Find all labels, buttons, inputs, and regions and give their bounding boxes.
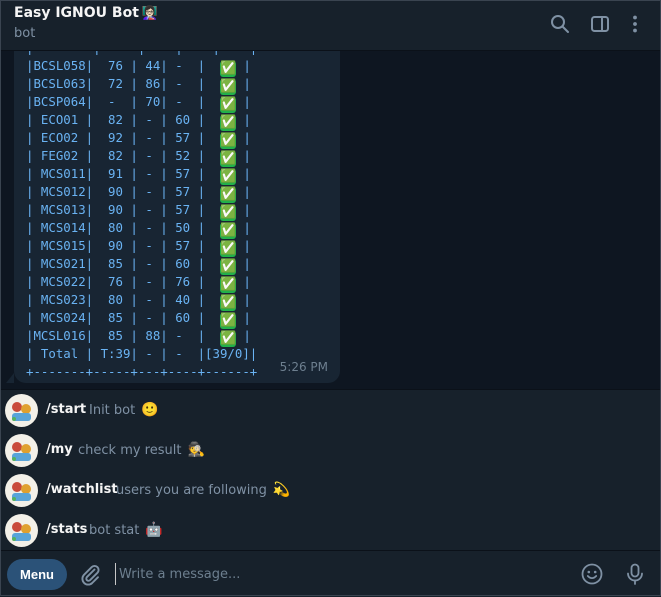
chat-header: Easy IGNOU Bot 👩🏻‍🏫 bot (0, 0, 661, 51)
command-description: bot stat 🤖 (89, 522, 163, 538)
message-input[interactable] (115, 563, 559, 585)
table-row: | MCS023| 80 | - | 40 | ✅ | (26, 292, 251, 311)
chat-title[interactable]: Easy IGNOU Bot 👩🏻‍🏫 (14, 5, 158, 21)
bot-avatar (5, 474, 38, 507)
search-icon[interactable] (549, 13, 571, 35)
table-row: | MCS022| 76 | - | 76 | ✅ | (26, 274, 251, 293)
command-name: /my (46, 442, 73, 457)
command-item-my[interactable]: /my check my result 🕵️ (0, 430, 661, 470)
table-row: | MCS015| 90 | - | 57 | ✅ | (26, 238, 251, 257)
command-description: users you are following 💫 (116, 482, 291, 498)
chat-subtitle: bot (14, 26, 36, 41)
table-row: | ECO01 | 82 | - | 60 | ✅ | (26, 112, 251, 131)
bubble-tail (6, 373, 14, 383)
command-name: /stats (46, 522, 88, 537)
message-bubble[interactable]: | | | | | ||BCSL058| 76 | 44| - | ✅ ||BC… (6, 51, 340, 383)
table-row: |BCSL063| 72 | 86| - | ✅ | (26, 76, 251, 95)
command-item-start[interactable]: /start Init bot 🙂 (0, 390, 661, 430)
command-emoji: 🤖 (145, 522, 163, 538)
table-row: |MCSL016| 85 | 88| - | ✅ | (26, 328, 251, 347)
command-emoji: 🕵️ (187, 442, 205, 458)
bot-command-list: /start Init bot 🙂 /my check my result 🕵️ /… (0, 389, 661, 551)
bot-avatar (5, 514, 38, 547)
table-row: | MCS013| 90 | - | 57 | ✅ | (26, 202, 251, 221)
command-name: /watchlist (46, 482, 118, 497)
command-emoji: 💫 (272, 482, 291, 498)
table-row: | MCS011| 91 | - | 57 | ✅ | (26, 166, 251, 185)
command-name: /start (46, 402, 87, 417)
table-row: | MCS024| 85 | - | 60 | ✅ | (26, 310, 251, 329)
table-row: |BCSL058| 76 | 44| - | ✅ | (26, 58, 251, 77)
bot-avatar (5, 434, 38, 467)
emoji-icon[interactable] (580, 562, 604, 586)
chat-area[interactable]: | | | | | ||BCSL058| 76 | 44| - | ✅ ||BC… (0, 51, 661, 389)
chat-title-text: Easy IGNOU Bot (14, 5, 139, 21)
message-time: 5:26 PM (279, 360, 328, 374)
table-row: | MCS014| 80 | - | 50 | ✅ | (26, 220, 251, 239)
sidebar-icon[interactable] (589, 13, 611, 35)
table-row: | MCS021| 85 | - | 60 | ✅ | (26, 256, 251, 275)
table-row: | ECO02 | 92 | - | 57 | ✅ | (26, 130, 251, 149)
table-row: |BCSP064| - | 70| - | ✅ | (26, 94, 251, 113)
bot-avatar (5, 394, 38, 427)
more-vertical-icon[interactable] (624, 13, 646, 35)
command-description: check my result 🕵️ (78, 442, 205, 458)
paperclip-icon[interactable] (78, 562, 102, 586)
command-emoji: 🙂 (141, 402, 159, 418)
command-item-stats[interactable]: /stats bot stat 🤖 (0, 510, 661, 550)
table-row: | MCS012| 90 | - | 57 | ✅ | (26, 184, 251, 203)
chat-title-emoji: 👩🏻‍🏫 (141, 6, 159, 21)
command-description: Init bot 🙂 (89, 402, 159, 418)
table-row: | FEG02 | 82 | - | 52 | ✅ | (26, 148, 251, 167)
message-input-bar: Menu (0, 550, 661, 597)
microphone-icon[interactable] (623, 562, 647, 586)
result-table: | | | | | ||BCSL058| 76 | 44| - | ✅ ||BC… (26, 51, 257, 381)
command-item-watchlist[interactable]: /watchlist users you are following 💫 (0, 470, 661, 510)
table-row: +-------+-----+---+----+------+ (26, 364, 258, 379)
table-row: | Total | T:39| - | - |[39/0]| (26, 346, 258, 361)
menu-button[interactable]: Menu (7, 559, 67, 590)
